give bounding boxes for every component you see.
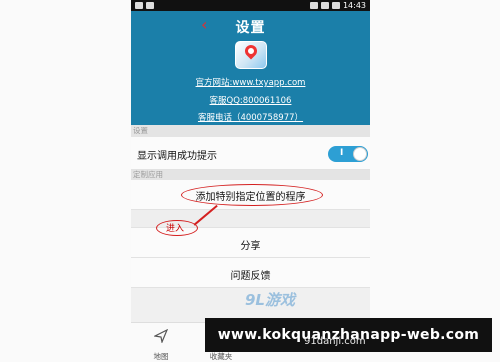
qq-link[interactable]: 客服QQ:800061106 [131,94,370,106]
website-link[interactable]: 官方网站:www.txyapp.com [131,76,370,88]
share-label: 分享 [240,241,261,252]
usb-icon [146,2,154,9]
navigation-icon [154,329,168,343]
toggle-knob [353,147,367,161]
toggle-state-label: I [340,148,344,158]
settings-header: ‹ 设置 官方网站:www.txyapp.com 客服QQ:800061106 … [131,11,370,125]
tab-map-label: 地图 [153,352,169,361]
tab-map[interactable]: 地图 [137,323,185,362]
annotation-ellipse [181,184,323,206]
status-bar: 14:43 [131,0,370,11]
feedback-label: 问题反馈 [230,271,271,282]
toggle-row[interactable]: 显示调用成功提示 I [131,137,370,170]
wifi-icon [309,2,318,9]
feedback-row[interactable]: 问题反馈 [131,258,370,288]
battery-icon [331,2,340,9]
page-title: 设置 [235,20,266,36]
phone-link[interactable]: 客服电话（4000758977） [131,111,370,123]
success-toast-toggle[interactable]: I [328,146,368,162]
left-margin [0,0,131,362]
annotation-label: 进入 [166,224,185,234]
notification-icon [135,2,143,9]
map-pin-icon [242,42,260,60]
signal-icon [320,2,329,9]
toggle-row-label: 显示调用成功提示 [137,151,217,162]
tab-favorites-label: 收藏夹 [209,352,233,361]
watermark-url: 91danji.com [304,336,366,347]
app-logo [235,41,267,69]
right-margin [370,0,500,362]
watermark-logo: 9L游戏 [245,291,295,309]
status-time: 14:43 [342,1,366,10]
section-settings-label: 设置 [131,125,370,137]
section-custom-label: 定制应用 [131,170,370,180]
